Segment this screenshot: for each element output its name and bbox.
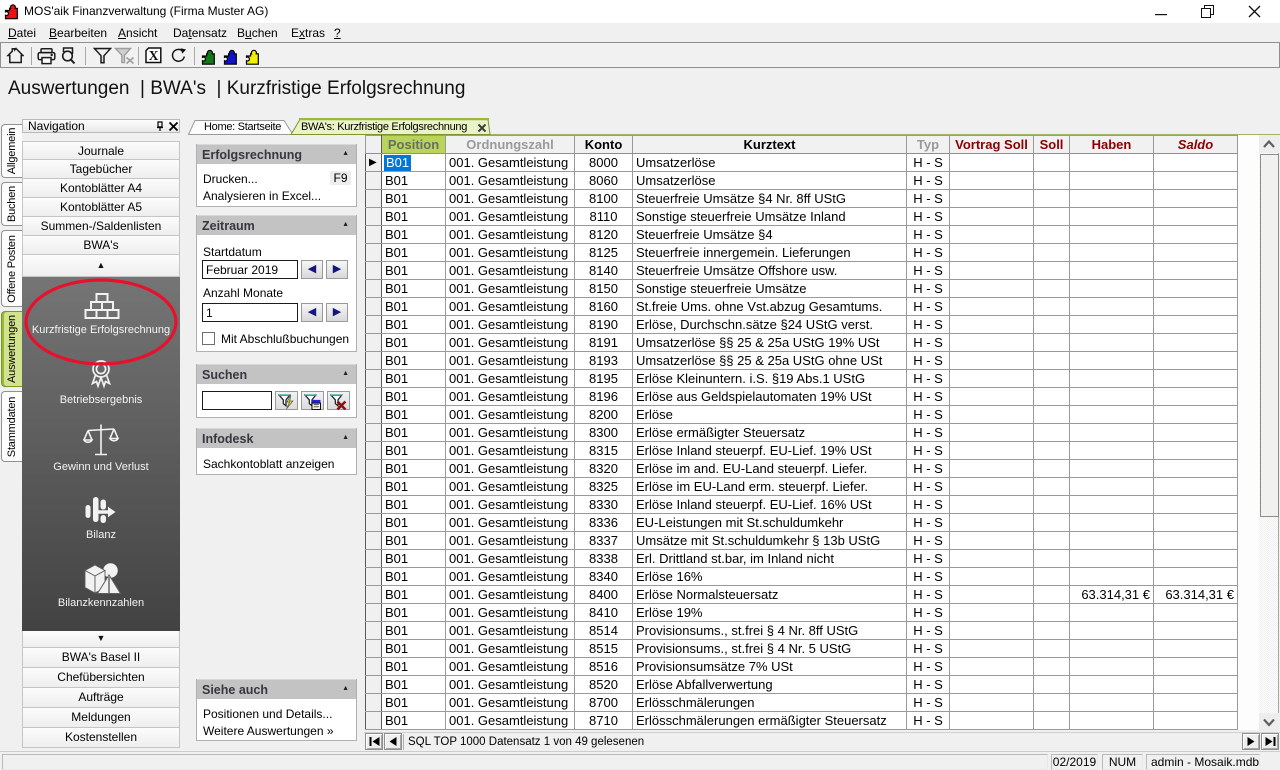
svg-text:X: X: [149, 48, 159, 63]
